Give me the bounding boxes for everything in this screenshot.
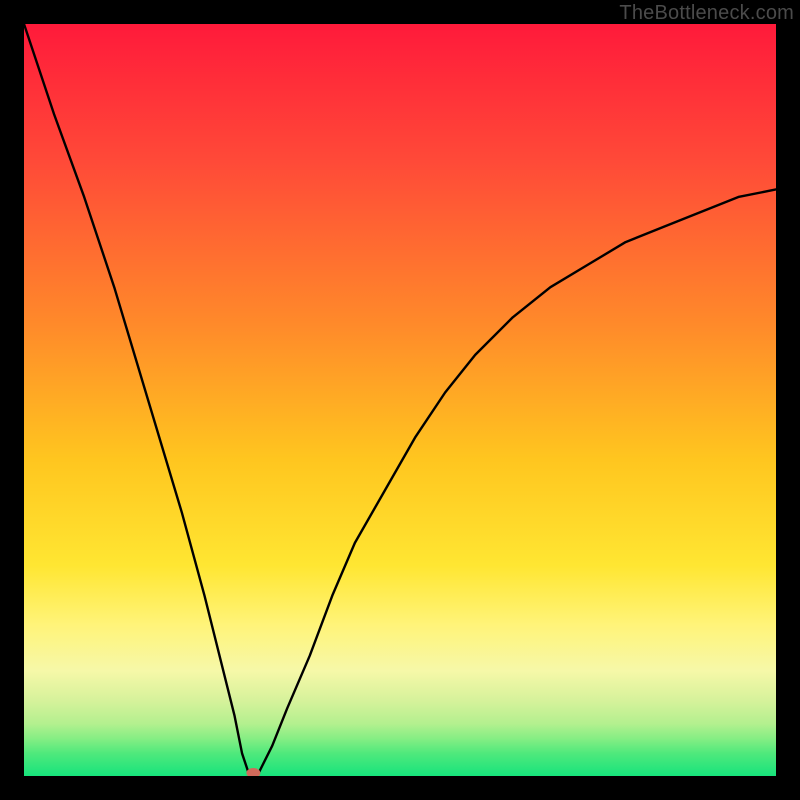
watermark-text: TheBottleneck.com [619,2,794,25]
chart-svg [24,24,776,776]
chart-frame: TheBottleneck.com [0,0,800,800]
plot-background [24,24,776,776]
